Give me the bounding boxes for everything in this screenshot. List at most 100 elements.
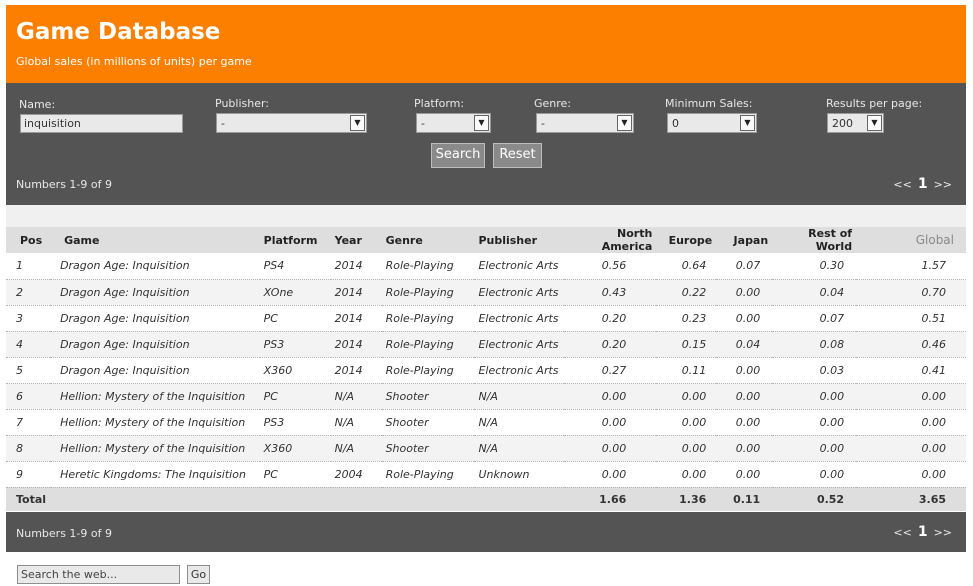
col-publisher[interactable]: Publisher bbox=[474, 227, 565, 253]
cell-europe: 0.23 bbox=[656, 305, 717, 332]
cell-north-america: 0.00 bbox=[564, 383, 657, 410]
cell-global: 0.00 bbox=[856, 435, 966, 462]
cell-europe: 0.15 bbox=[656, 331, 717, 358]
cell-publisher: N/A bbox=[474, 383, 565, 410]
col-rest-of-world[interactable]: Rest of World bbox=[772, 227, 857, 253]
cell-north-america: 0.43 bbox=[564, 279, 657, 306]
cell-europe: 0.00 bbox=[656, 383, 717, 410]
platform-label: Platform: bbox=[414, 97, 465, 110]
cell-rest-of-world: 0.00 bbox=[772, 435, 857, 462]
cell-global: 0.70 bbox=[856, 279, 966, 306]
cell-europe: 0.11 bbox=[656, 357, 717, 384]
cell-north-america: 0.00 bbox=[564, 435, 657, 462]
pagination-bar-bottom: Numbers 1-9 of 9 << 1 >> bbox=[6, 512, 966, 552]
genre-select[interactable]: - ▼ bbox=[536, 113, 634, 133]
cell-publisher: N/A bbox=[474, 435, 565, 462]
col-japan[interactable]: Japan bbox=[716, 227, 773, 253]
cell-pos: 6 bbox=[6, 383, 51, 410]
minsales-label: Minimum Sales: bbox=[665, 97, 753, 110]
pagination-bottom: << 1 >> bbox=[893, 524, 952, 540]
cell-north-america: 0.20 bbox=[564, 331, 657, 358]
col-north-america[interactable]: North America bbox=[564, 227, 657, 253]
pagination-current[interactable]: 1 bbox=[918, 524, 928, 540]
cell-rest-of-world: 0.07 bbox=[772, 305, 857, 332]
col-genre[interactable]: Genre bbox=[381, 227, 475, 253]
chevron-down-icon: ▼ bbox=[867, 115, 882, 131]
cell-rest-of-world: 0.00 bbox=[772, 409, 857, 436]
cell-platform: PC bbox=[259, 383, 331, 410]
col-year[interactable]: Year bbox=[330, 227, 382, 253]
cell-rest-of-world: 0.00 bbox=[772, 383, 857, 410]
col-game[interactable]: Game bbox=[50, 227, 260, 253]
cell-publisher: Unknown bbox=[474, 461, 565, 488]
cell-japan: 0.07 bbox=[716, 253, 773, 280]
cell-platform: PC bbox=[259, 305, 331, 332]
page-title: Game Database bbox=[16, 19, 221, 45]
cell-year: N/A bbox=[330, 435, 382, 462]
cell-platform: PS3 bbox=[259, 409, 331, 436]
web-search-go-button[interactable]: Go bbox=[187, 565, 210, 584]
cell-pos: 3 bbox=[6, 305, 51, 332]
cell-platform: XOne bbox=[259, 279, 331, 306]
cell-publisher: Electronic Arts bbox=[474, 253, 565, 280]
cell-genre: Role-Playing bbox=[381, 331, 475, 358]
cell-platform: X360 bbox=[259, 357, 331, 384]
table-row: 4 Dragon Age: Inquisition PS3 2014 Role-Play… bbox=[6, 331, 966, 358]
cell-europe: 0.64 bbox=[656, 253, 717, 280]
cell-genre: Shooter bbox=[381, 435, 475, 462]
cell-platform: PS4 bbox=[259, 253, 331, 280]
pagination-current[interactable]: 1 bbox=[918, 176, 928, 192]
reset-button[interactable]: Reset bbox=[493, 143, 542, 168]
cell-year: 2014 bbox=[330, 357, 382, 384]
pagination-top: << 1 >> bbox=[893, 176, 952, 192]
cell-global: 0.00 bbox=[856, 383, 966, 410]
col-global[interactable]: Global bbox=[856, 227, 966, 253]
col-pos[interactable]: Pos bbox=[6, 227, 51, 253]
col-platform[interactable]: Platform bbox=[259, 227, 331, 253]
name-input[interactable]: inquisition bbox=[20, 114, 183, 133]
name-label: Name: bbox=[19, 98, 56, 111]
chevron-down-icon: ▼ bbox=[474, 115, 489, 131]
rpp-select[interactable]: 200 ▼ bbox=[827, 113, 884, 133]
publisher-select[interactable]: - ▼ bbox=[216, 113, 367, 133]
cell-genre: Shooter bbox=[381, 409, 475, 436]
cell-year: 2014 bbox=[330, 331, 382, 358]
cell-game: Hellion: Mystery of the Inquisition bbox=[50, 383, 260, 410]
minsales-select-value: 0 bbox=[672, 117, 679, 130]
pagination-next[interactable]: >> bbox=[934, 526, 952, 539]
spacer bbox=[6, 205, 966, 227]
cell-japan: 0.00 bbox=[716, 435, 773, 462]
platform-select[interactable]: - ▼ bbox=[416, 113, 491, 133]
cell-game: Dragon Age: Inquisition bbox=[50, 279, 260, 306]
cell-year: 2014 bbox=[330, 279, 382, 306]
page-subtitle: Global sales (in millions of units) per … bbox=[16, 55, 252, 68]
search-button[interactable]: Search bbox=[431, 143, 485, 168]
cell-year: 2004 bbox=[330, 461, 382, 488]
cell-japan: 0.00 bbox=[716, 279, 773, 306]
web-search-input[interactable]: Search the web... bbox=[17, 565, 180, 584]
pagination-prev[interactable]: << bbox=[893, 526, 911, 539]
pagination-next[interactable]: >> bbox=[934, 178, 952, 191]
total-global: 3.65 bbox=[856, 487, 966, 511]
chevron-down-icon: ▼ bbox=[617, 115, 632, 131]
filter-panel: Name: inquisition Publisher: - ▼ Platfor… bbox=[6, 83, 966, 205]
table-row: 6 Hellion: Mystery of the Inquisition PC N/… bbox=[6, 383, 966, 410]
genre-label: Genre: bbox=[534, 97, 572, 110]
minsales-select[interactable]: 0 ▼ bbox=[667, 113, 757, 133]
publisher-label: Publisher: bbox=[215, 97, 270, 110]
cell-game: Hellion: Mystery of the Inquisition bbox=[50, 409, 260, 436]
pagination-prev[interactable]: << bbox=[893, 178, 911, 191]
cell-platform: PC bbox=[259, 461, 331, 488]
cell-pos: 7 bbox=[6, 409, 51, 436]
cell-north-america: 0.00 bbox=[564, 409, 657, 436]
page-header: Game Database Global sales (in millions … bbox=[6, 5, 966, 83]
cell-game: Dragon Age: Inquisition bbox=[50, 305, 260, 332]
col-europe[interactable]: Europe bbox=[656, 227, 717, 253]
cell-japan: 0.00 bbox=[716, 357, 773, 384]
cell-japan: 0.00 bbox=[716, 305, 773, 332]
cell-rest-of-world: 0.08 bbox=[772, 331, 857, 358]
cell-pos: 2 bbox=[6, 279, 51, 306]
cell-game: Hellion: Mystery of the Inquisition bbox=[50, 435, 260, 462]
platform-select-value: - bbox=[421, 117, 425, 130]
cell-year: 2014 bbox=[330, 253, 382, 280]
